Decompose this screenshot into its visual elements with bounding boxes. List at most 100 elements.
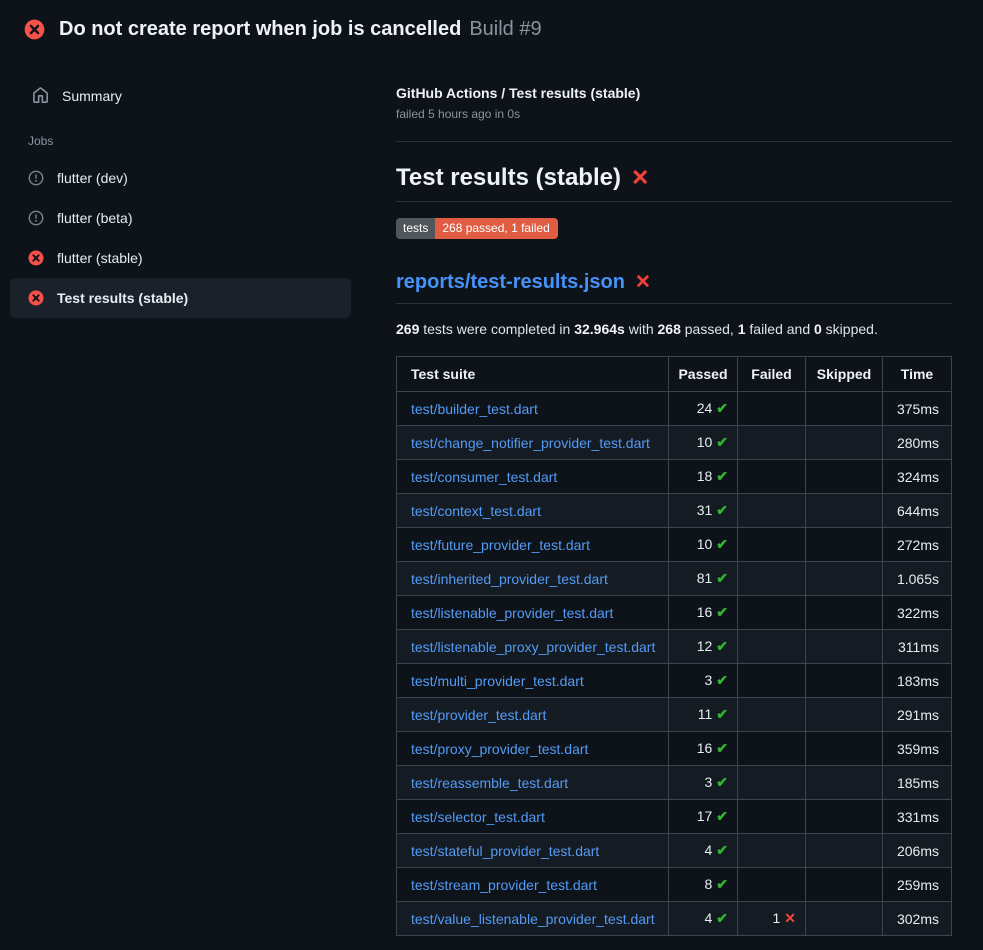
cell-passed-count: 17 [697,808,713,824]
test-results-table: Test suitePassedFailedSkippedTime test/b… [396,356,952,936]
test-suite-link[interactable]: test/selector_test.dart [411,809,545,825]
check-icon: ✔ [716,910,728,926]
test-suite-link[interactable]: test/stateful_provider_test.dart [411,843,599,859]
cell-skipped [806,426,883,460]
cell-skipped [806,834,883,868]
job-label: flutter (dev) [57,170,128,186]
test-suite-link[interactable]: test/reassemble_test.dart [411,775,568,791]
sidebar-item-flutter-stable[interactable]: flutter (stable) [10,238,351,278]
failed-x-icon: ✕ [631,165,649,190]
table-row: test/future_provider_test.dart10✔272ms [397,528,952,562]
cell-time: 644ms [883,494,952,528]
sidebar-item-summary[interactable]: Summary [10,79,396,112]
cell-passed: 11✔ [669,698,738,732]
cell-test-suite: test/provider_test.dart [397,698,669,732]
cell-passed-count: 24 [697,400,713,416]
cell-skipped [806,392,883,426]
test-suite-link[interactable]: test/inherited_provider_test.dart [411,571,608,587]
table-row: test/provider_test.dart 11✔ 291ms [397,698,952,732]
cell-failed: 1✕ [738,902,806,936]
failed-status-icon [28,250,44,266]
test-suite-link[interactable]: test/context_test.dart [411,503,541,519]
cell-test-suite: test/change_notifier_provider_test.dart [397,426,669,460]
check-icon: ✔ [716,876,728,892]
cell-failed [738,732,806,766]
cell-test-suite: test/value_listenable_provider_test.dart [397,902,669,936]
table-row: test/listenable_provider_test.dart16✔322… [397,596,952,630]
check-icon: ✔ [716,604,728,620]
cell-failed [738,494,806,528]
test-suite-link[interactable]: test/listenable_proxy_provider_test.dart [411,639,655,655]
report-title: reports/test-results.json ✕ [396,271,952,304]
summary-segment: 268 [658,321,681,337]
test-suite-link[interactable]: test/listenable_provider_test.dart [411,605,613,621]
cell-failed [738,426,806,460]
cell-passed-count: 3 [704,774,712,790]
cell-time: 272ms [883,528,952,562]
failed-status-icon [24,19,45,40]
cell-passed-count: 4 [704,910,712,926]
sidebar-item-test-results-stable[interactable]: Test results (stable) [10,278,351,318]
workflow-run-title: Do not create report when job is cancell… [59,18,461,41]
cell-passed-count: 16 [697,604,713,620]
test-suite-link[interactable]: test/provider_test.dart [411,707,546,723]
test-suite-link[interactable]: test/stream_provider_test.dart [411,877,597,893]
badge-label: tests [396,218,435,239]
cell-test-suite: test/context_test.dart [397,494,669,528]
cell-failed [738,664,806,698]
sidebar-item-flutter-beta[interactable]: flutter (beta) [10,198,351,238]
cell-failed [738,630,806,664]
summary-segment: 0 [814,321,822,337]
failed-x-icon: ✕ [635,272,651,293]
test-suite-link[interactable]: test/consumer_test.dart [411,469,557,485]
cell-test-suite: test/inherited_provider_test.dart [397,562,669,596]
test-suite-link[interactable]: test/builder_test.dart [411,401,538,417]
cancelled-status-icon [28,170,44,186]
cell-passed: 81✔ [669,562,738,596]
test-suite-link[interactable]: test/value_listenable_provider_test.dart [411,911,655,927]
cell-skipped [806,868,883,902]
cell-failed [738,698,806,732]
sidebar: Summary Jobs flutter (dev) flutter (beta)… [0,55,396,318]
summary-segment: with [625,321,658,337]
cell-passed: 18✔ [669,460,738,494]
sidebar-item-flutter-dev[interactable]: flutter (dev) [10,158,351,198]
test-suite-link[interactable]: test/future_provider_test.dart [411,537,590,553]
cell-skipped [806,460,883,494]
report-file-link[interactable]: reports/test-results.json [396,271,625,293]
test-suite-link[interactable]: test/proxy_provider_test.dart [411,741,588,757]
cell-failed [738,596,806,630]
cell-test-suite: test/reassemble_test.dart [397,766,669,800]
table-row: test/multi_provider_test.dart3✔183ms [397,664,952,698]
cell-passed: 31✔ [669,494,738,528]
cell-time: 206ms [883,834,952,868]
cell-passed-count: 10 [697,536,713,552]
cell-time: 311ms [883,630,952,664]
cell-passed: 17✔ [669,800,738,834]
summary-segment: 32.964s [574,321,625,337]
test-suite-link[interactable]: test/change_notifier_provider_test.dart [411,435,650,451]
check-icon: ✔ [716,638,728,654]
cell-skipped [806,528,883,562]
cell-time: 291ms [883,698,952,732]
table-row: test/stream_provider_test.dart8✔259ms [397,868,952,902]
table-row: test/inherited_provider_test.dart81✔1.06… [397,562,952,596]
failed-status-icon [28,290,44,306]
table-row: test/reassemble_test.dart3✔185ms [397,766,952,800]
column-header-test-suite: Test suite [397,357,669,392]
cell-passed-count: 18 [697,468,713,484]
table-row: test/selector_test.dart17✔331ms [397,800,952,834]
cell-passed: 8✔ [669,868,738,902]
column-header-time: Time [883,357,952,392]
job-label: Test results (stable) [57,290,188,306]
summary-segment: passed, [681,321,738,337]
jobs-section-label: Jobs [28,134,396,148]
cell-test-suite: test/builder_test.dart [397,392,669,426]
home-icon [32,87,49,104]
job-label: flutter (beta) [57,210,132,226]
cell-skipped [806,800,883,834]
test-suite-link[interactable]: test/multi_provider_test.dart [411,673,584,689]
cell-test-suite: test/stateful_provider_test.dart [397,834,669,868]
cell-time: 359ms [883,732,952,766]
check-icon: ✔ [716,434,728,450]
